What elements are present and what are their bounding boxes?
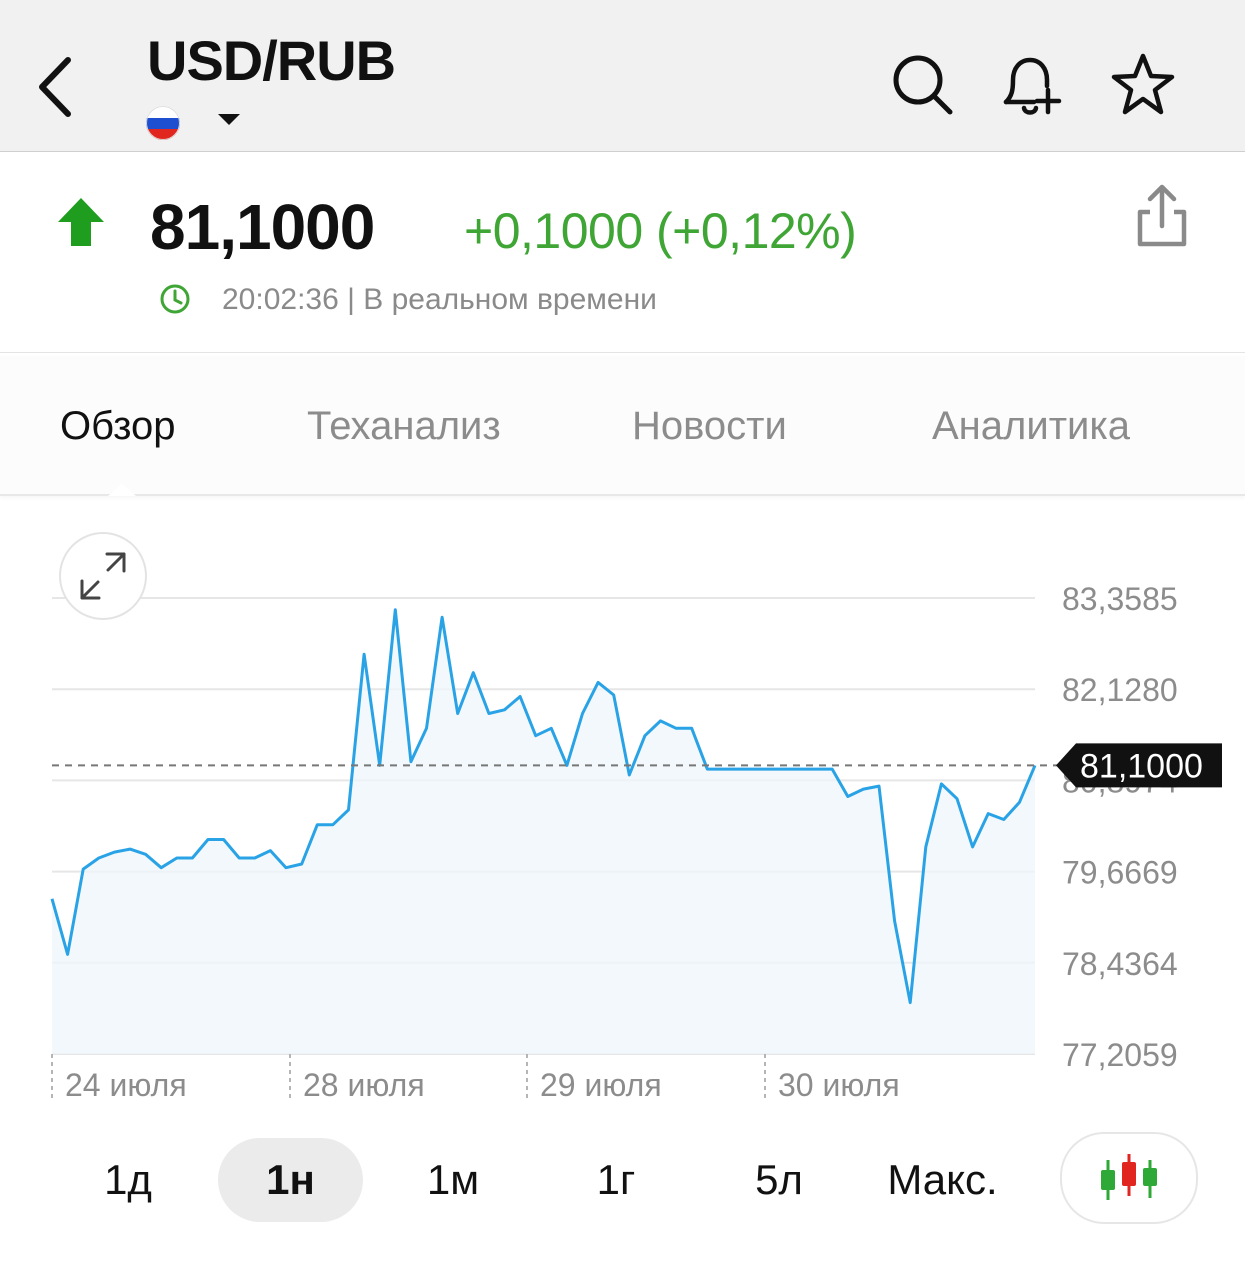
current-price-label: 81,1000	[1080, 747, 1203, 785]
range-1d[interactable]: 1д	[70, 1138, 186, 1222]
x-tick-label: 28 июля	[303, 1067, 425, 1103]
last-price: 81,1000	[150, 191, 375, 263]
series-area	[52, 609, 1035, 1054]
share-button[interactable]	[1130, 182, 1194, 252]
range-1m[interactable]: 1м	[395, 1138, 511, 1222]
tab-technical-analysis[interactable]: Теханализ	[307, 404, 501, 449]
search-icon	[893, 55, 953, 115]
range-1w[interactable]: 1н	[218, 1138, 363, 1222]
expand-chart-button[interactable]	[59, 532, 147, 620]
range-max[interactable]: Макс.	[870, 1138, 1015, 1222]
back-button[interactable]	[30, 52, 80, 122]
bell-plus-icon	[1003, 57, 1062, 115]
up-arrow-icon	[58, 198, 104, 246]
chart-type-button[interactable]	[1060, 1132, 1198, 1224]
x-tick-label: 24 июля	[65, 1067, 187, 1103]
price-chart[interactable]: 83,358582,128080,897479,666978,436477,20…	[0, 496, 1245, 1116]
star-icon	[1111, 53, 1175, 115]
x-tick-label: 29 июля	[540, 1067, 662, 1103]
y-tick-label: 77,2059	[1062, 1037, 1178, 1073]
chevron-left-icon	[39, 57, 71, 117]
clock-icon	[160, 284, 190, 314]
y-tick-label: 82,1280	[1062, 672, 1178, 708]
price-change: +0,1000 (+0,12%)	[464, 203, 857, 259]
y-tick-label: 79,6669	[1062, 855, 1178, 891]
chart-canvas: 83,358582,128080,897479,666978,436477,20…	[50, 581, 1222, 1103]
favorite-button[interactable]	[1108, 50, 1178, 120]
tab-news[interactable]: Новости	[632, 404, 787, 449]
quote-timestamp: 20:02:36 | В реальном времени	[222, 283, 657, 316]
range-selector: 1д 1н 1м 1г 5л Макс.	[0, 1130, 1245, 1230]
tab-analytics[interactable]: Аналитика	[932, 404, 1130, 449]
symbol-title: USD/RUB	[147, 29, 396, 92]
exchange-dropdown[interactable]	[212, 106, 246, 134]
x-tick-label: 30 июля	[778, 1067, 900, 1103]
active-tab-indicator	[108, 484, 136, 496]
tab-overview[interactable]: Обзор	[60, 404, 176, 449]
y-tick-label: 78,4364	[1062, 946, 1178, 982]
caret-down-icon	[218, 114, 240, 125]
tab-bar: Обзор Теханализ Новости Аналитика	[0, 356, 1245, 496]
search-button[interactable]	[888, 50, 958, 120]
y-tick-label: 83,3585	[1062, 581, 1178, 617]
range-5y[interactable]: 5л	[721, 1138, 837, 1222]
top-bar: USD/RUB	[0, 0, 1245, 152]
share-icon	[1137, 184, 1187, 247]
expand-arrows-icon	[80, 552, 126, 600]
quote-section: 81,1000 +0,1000 (+0,12%) 20:02:36 | В ре…	[0, 152, 1245, 353]
range-1y[interactable]: 1г	[558, 1138, 674, 1222]
add-alert-button[interactable]	[998, 50, 1068, 120]
candlestick-icon	[1101, 1154, 1157, 1200]
russia-flag-icon[interactable]	[146, 106, 180, 140]
